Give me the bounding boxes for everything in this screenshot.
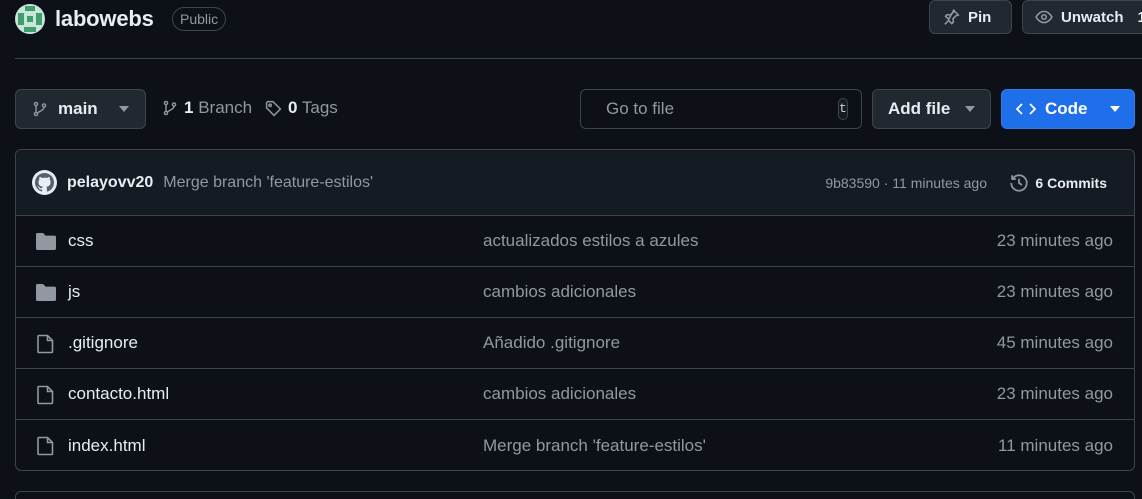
file-commit-time: 23 minutes ago — [996, 384, 1113, 403]
file-row-contacto-html[interactable]: contacto.html cambios adicionales 23 min… — [16, 369, 1134, 420]
file-icon — [37, 334, 54, 354]
history-icon — [1010, 173, 1028, 192]
visibility-badge: Public — [172, 7, 227, 31]
file-commit-time: 23 minutes ago — [996, 231, 1113, 250]
file-commit-message[interactable]: actualizados estilos a azules — [483, 231, 698, 251]
file-commit-message[interactable]: cambios adicionales — [483, 384, 636, 404]
file-row-index-html[interactable]: index.html Merge branch 'feature-estilos… — [16, 420, 1134, 470]
tags-link[interactable]: 0 Tags — [265, 98, 338, 118]
commits-history-link[interactable]: 6 Commits — [1009, 173, 1107, 193]
file-commit-time: 45 minutes ago — [996, 333, 1113, 352]
file-name-link[interactable]: index.html — [68, 436, 145, 456]
tag-icon — [265, 100, 282, 116]
keyboard-shortcut-hint: t — [838, 98, 848, 120]
file-commit-message[interactable]: Añadido .gitignore — [483, 333, 620, 353]
branch-label: Branch — [198, 98, 253, 117]
commit-author-link[interactable]: pelayovv20 — [67, 174, 153, 192]
file-name-link[interactable]: .gitignore — [68, 333, 138, 353]
add-file-button[interactable]: Add file — [872, 89, 991, 129]
file-row-gitignore[interactable]: .gitignore Añadido .gitignore 45 minutes… — [16, 318, 1134, 369]
code-label: Code — [1045, 99, 1088, 118]
commit-time: 11 minutes ago — [892, 174, 987, 191]
commit-message-link[interactable]: Merge branch 'feature-estilos' — [163, 174, 373, 192]
repo-page: labowebs Public Pin Unwatch 1 main 1 Bra… — [0, 0, 1142, 499]
tag-label: Tags — [301, 98, 338, 117]
folder-icon — [36, 284, 56, 301]
git-branch-icon — [33, 101, 47, 117]
file-browser: pelayovv20 Merge branch 'feature-estilos… — [15, 149, 1135, 471]
header-divider — [15, 58, 1142, 59]
chevron-down-icon — [965, 106, 975, 112]
chevron-down-icon — [1110, 106, 1120, 112]
repo-header: labowebs Public Pin Unwatch 1 — [15, 0, 1142, 40]
folder-icon — [36, 233, 56, 250]
github-mark-icon — [35, 173, 54, 192]
chevron-down-icon — [119, 106, 129, 112]
git-branch-icon — [163, 100, 177, 116]
commit-meta: 9b83590 · 11 minutes ago — [825, 175, 987, 191]
repo-owner-avatar[interactable] — [15, 4, 45, 34]
code-icon — [1016, 103, 1036, 115]
file-name-link[interactable]: contacto.html — [68, 384, 169, 404]
file-icon — [37, 385, 54, 405]
file-row-js[interactable]: js cambios adicionales 23 minutes ago — [16, 267, 1134, 318]
commit-hash-link[interactable]: 9b83590 — [825, 175, 880, 191]
file-commit-message[interactable]: cambios adicionales — [483, 282, 636, 302]
file-commit-time: 11 minutes ago — [998, 435, 1113, 455]
search-input[interactable] — [606, 99, 827, 119]
file-commit-message[interactable]: Merge branch 'feature-estilos' — [483, 436, 706, 456]
branch-selector[interactable]: main — [15, 89, 146, 129]
file-icon — [37, 436, 54, 456]
unwatch-label: Unwatch — [1061, 8, 1124, 26]
go-to-file-search[interactable]: t — [580, 89, 862, 129]
watch-count: 1 — [1137, 8, 1142, 26]
readme-panel-edge — [15, 491, 1135, 499]
commits-label: Commits — [1047, 174, 1107, 191]
code-button[interactable]: Code — [1001, 89, 1135, 129]
file-commit-time: 23 minutes ago — [996, 282, 1113, 301]
pin-icon — [944, 9, 960, 25]
repo-name-link[interactable]: labowebs — [55, 6, 154, 32]
latest-commit-bar: pelayovv20 Merge branch 'feature-estilos… — [16, 150, 1134, 216]
meta-separator: · — [883, 174, 889, 191]
branches-link[interactable]: 1 Branch — [162, 98, 252, 118]
commits-count: 6 — [1035, 174, 1044, 191]
eye-icon — [1035, 10, 1053, 24]
pin-label: Pin — [968, 8, 992, 26]
file-name-link[interactable]: css — [68, 231, 94, 251]
pin-button[interactable]: Pin — [929, 0, 1012, 34]
author-avatar[interactable] — [32, 170, 57, 195]
branch-name: main — [58, 99, 98, 118]
file-row-css[interactable]: css actualizados estilos a azules 23 min… — [16, 216, 1134, 267]
add-file-label: Add file — [888, 99, 951, 118]
file-name-link[interactable]: js — [68, 282, 80, 302]
unwatch-button[interactable]: Unwatch 1 — [1022, 0, 1142, 34]
tag-count: 0 — [288, 98, 298, 117]
branch-count: 1 — [184, 98, 194, 117]
